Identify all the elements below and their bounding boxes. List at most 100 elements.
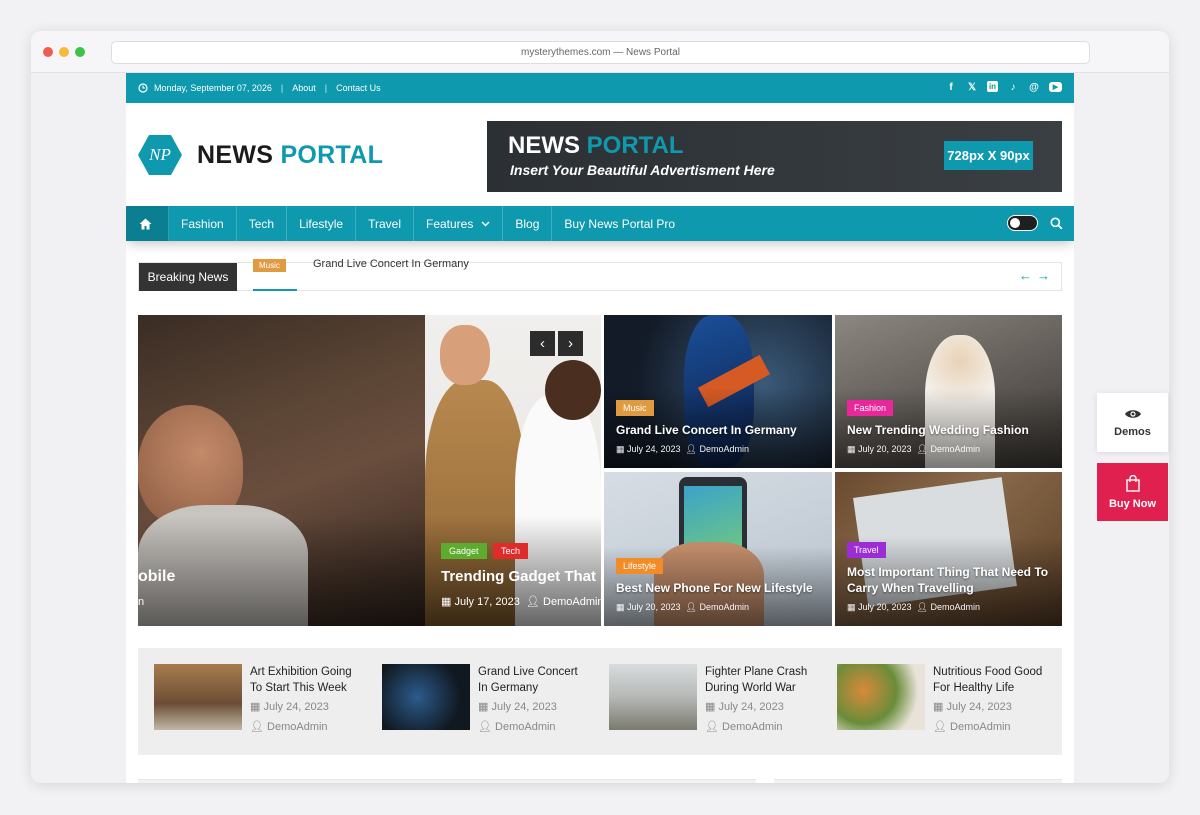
- buy-now-label: Buy Now: [1108, 497, 1157, 510]
- x-icon[interactable]: 𝕏: [966, 81, 978, 93]
- item-title[interactable]: Fighter Plane Crash During World War: [705, 664, 817, 696]
- demos-label: Demos: [1114, 425, 1151, 438]
- thumbnail-image: [609, 664, 697, 730]
- slide-title: obile: [138, 568, 176, 585]
- breaking-label: Breaking News: [139, 263, 237, 291]
- grid-meta: ▦ July 20, 2023 👤︎ DemoAdmin: [847, 444, 981, 454]
- nav-item-buy-pro[interactable]: Buy News Portal Pro: [552, 206, 687, 241]
- slider-prev-button[interactable]: ‹: [530, 331, 555, 356]
- list-item[interactable]: Art Exhibition Going To Start This Week …: [154, 664, 364, 734]
- tag-gadget[interactable]: Gadget: [441, 543, 487, 559]
- ad-size-badge: 728px X 90px: [944, 141, 1033, 170]
- breaking-news-bar: Breaking News Music Grand Live Concert I…: [138, 258, 1062, 291]
- list-item[interactable]: Nutritious Food Good For Healthy Life ▦ …: [837, 664, 1047, 734]
- list-item[interactable]: Grand Live Concert In Germany ▦ July 24,…: [382, 664, 592, 734]
- content-area-top: [138, 779, 756, 783]
- grid-title[interactable]: Best New Phone For New Lifestyle: [616, 580, 813, 596]
- thumbnail-image: [382, 664, 470, 730]
- social-links: f 𝕏 in ♪ @ ▶: [945, 81, 1062, 93]
- nav-item-travel[interactable]: Travel: [356, 206, 414, 241]
- logo-word-portal: PORTAL: [280, 140, 384, 169]
- top-bar: Monday, September 07, 2026 | About | Con…: [126, 73, 1074, 103]
- grid-tag[interactable]: Music: [616, 400, 654, 416]
- about-link[interactable]: About: [292, 83, 316, 93]
- item-date: ▦ July 24, 2023: [478, 701, 557, 713]
- maximize-dot[interactable]: [75, 47, 85, 57]
- grid-meta: ▦ July 20, 2023 👤︎ DemoAdmin: [847, 602, 981, 612]
- item-title[interactable]: Art Exhibition Going To Start This Week: [250, 664, 362, 696]
- threads-icon[interactable]: @: [1028, 81, 1040, 93]
- close-dot[interactable]: [43, 47, 53, 57]
- arrow-right-icon[interactable]: →: [1037, 268, 1050, 283]
- nav-item-blog[interactable]: Blog: [503, 206, 553, 241]
- grid-tag[interactable]: Travel: [847, 542, 886, 558]
- grid-meta: ▦ July 24, 2023 👤︎ DemoAdmin: [616, 444, 750, 454]
- nav-item-lifestyle[interactable]: Lifestyle: [287, 206, 357, 241]
- slider-slide-main[interactable]: ‹ › Gadget Tech Trending Gadget That S ▦…: [425, 315, 601, 626]
- minimize-dot[interactable]: [59, 47, 69, 57]
- site-logo[interactable]: NP NEWS PORTAL: [138, 135, 383, 175]
- slider-slide-left[interactable]: obile n: [138, 315, 425, 626]
- address-bar[interactable]: mysterythemes.com — News Portal: [111, 41, 1090, 64]
- logo-text: NEWS PORTAL: [197, 141, 383, 170]
- breaking-headline[interactable]: Grand Live Concert In Germany: [313, 258, 469, 270]
- grid-title[interactable]: Most Important Thing That Need To Carry …: [847, 564, 1052, 596]
- date-text: Monday, September 07, 2026: [154, 83, 272, 93]
- search-icon[interactable]: [1050, 217, 1063, 230]
- breaking-tag[interactable]: Music: [253, 259, 286, 272]
- featured-strip: Art Exhibition Going To Start This Week …: [138, 648, 1062, 755]
- grid-tag[interactable]: Fashion: [847, 400, 894, 416]
- slider-next-button[interactable]: ›: [558, 331, 583, 356]
- nav-item-features[interactable]: Features: [414, 206, 504, 241]
- slide-main-meta: ▦ July 17, 2023 👤︎ DemoAdmin: [441, 596, 601, 608]
- tag-tech[interactable]: Tech: [492, 543, 528, 559]
- tiktok-icon[interactable]: ♪: [1007, 81, 1019, 93]
- sidebar-area-top: [774, 779, 1062, 783]
- item-author: 👤︎ DemoAdmin: [933, 721, 1011, 733]
- item-title[interactable]: Nutritious Food Good For Healthy Life: [933, 664, 1045, 696]
- grid-meta: ▦ July 20, 2023 👤︎ DemoAdmin: [616, 602, 750, 612]
- nav-home[interactable]: [126, 206, 169, 241]
- browser-window: mysterythemes.com — News Portal Monday, …: [31, 31, 1169, 783]
- nav-item-fashion[interactable]: Fashion: [169, 206, 237, 241]
- eye-icon: [1124, 409, 1141, 418]
- grid-tag[interactable]: Lifestyle: [616, 558, 664, 574]
- linkedin-icon[interactable]: in: [987, 81, 998, 92]
- facebook-icon[interactable]: f: [945, 81, 957, 93]
- thumbnail-image: [154, 664, 242, 730]
- logo-word-news: NEWS: [197, 140, 274, 169]
- item-date: ▦ July 24, 2023: [705, 701, 784, 713]
- grid-title[interactable]: Grand Live Concert In Germany: [616, 422, 797, 438]
- item-author: 👤︎ DemoAdmin: [250, 721, 328, 733]
- youtube-icon[interactable]: ▶: [1049, 82, 1062, 92]
- clock-icon: [138, 83, 148, 93]
- main-nav: Fashion Tech Lifestyle Travel Features B…: [126, 206, 1074, 241]
- logo-mark: NP: [138, 135, 182, 175]
- list-item[interactable]: Fighter Plane Crash During World War ▦ J…: [609, 664, 819, 734]
- dark-mode-toggle[interactable]: [1007, 215, 1038, 231]
- item-title[interactable]: Grand Live Concert In Germany: [478, 664, 590, 696]
- contact-link[interactable]: Contact Us: [336, 83, 381, 93]
- chevron-down-icon: [481, 220, 490, 227]
- advertisement-banner[interactable]: NEWS PORTAL Insert Your Beautiful Advert…: [487, 121, 1062, 192]
- grid-card-1[interactable]: Music Grand Live Concert In Germany ▦ Ju…: [604, 315, 832, 468]
- shopping-bag-icon: [1125, 474, 1140, 492]
- website: Monday, September 07, 2026 | About | Con…: [126, 73, 1074, 783]
- grid-card-2[interactable]: Fashion New Trending Wedding Fashion ▦ J…: [835, 315, 1062, 468]
- browser-chrome: mysterythemes.com — News Portal: [31, 31, 1169, 73]
- slide-main-title[interactable]: Trending Gadget That S: [441, 568, 601, 585]
- nav-item-tech[interactable]: Tech: [237, 206, 288, 241]
- demos-button[interactable]: Demos: [1097, 393, 1168, 452]
- arrow-left-icon[interactable]: ←: [1019, 268, 1032, 283]
- grid-title[interactable]: New Trending Wedding Fashion: [847, 422, 1029, 438]
- ad-title: NEWS PORTAL: [508, 132, 684, 159]
- grid-card-3[interactable]: Lifestyle Best New Phone For New Lifesty…: [604, 472, 832, 626]
- item-date: ▦ July 24, 2023: [933, 701, 1012, 713]
- breaking-underline: [253, 289, 297, 291]
- ad-tagline: Insert Your Beautiful Advertisment Here: [510, 162, 775, 178]
- slide-meta: n: [138, 596, 145, 608]
- buy-now-button[interactable]: Buy Now: [1097, 463, 1168, 521]
- item-author: 👤︎ DemoAdmin: [705, 721, 783, 733]
- date: Monday, September 07, 2026: [138, 83, 272, 93]
- grid-card-4[interactable]: Travel Most Important Thing That Need To…: [835, 472, 1062, 626]
